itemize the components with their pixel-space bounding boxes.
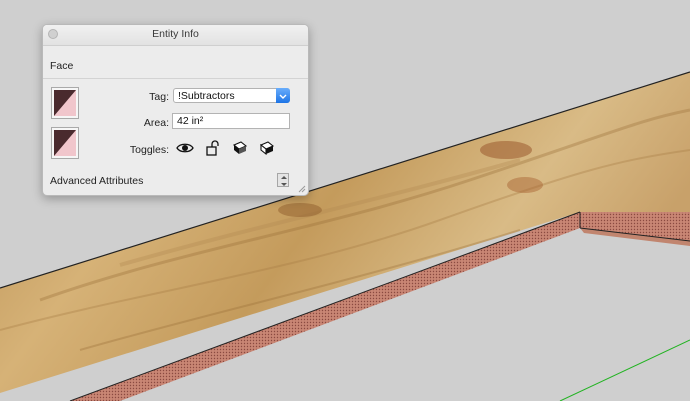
tag-label: Tag:: [149, 91, 169, 103]
front-material-swatch[interactable]: [51, 87, 79, 119]
receive-shadows-icon[interactable]: [258, 139, 276, 157]
divider: [43, 78, 308, 79]
eye-icon[interactable]: [176, 139, 194, 157]
window-title: Entity Info: [152, 28, 199, 40]
back-material-swatch[interactable]: [51, 127, 79, 159]
area-label: Area:: [143, 117, 169, 129]
wood-knot: [278, 203, 322, 217]
area-value: 42 in²: [177, 115, 204, 127]
area-field[interactable]: 42 in²: [172, 113, 290, 129]
toggles-label: Toggles:: [129, 144, 169, 156]
entity-info-panel: Entity Info Face Tag: !Subtractors Area:…: [42, 24, 309, 196]
entity-type-label: Face: [50, 60, 74, 72]
expand-icon[interactable]: [277, 173, 289, 187]
resize-grip-icon[interactable]: [296, 183, 306, 193]
chevron-updown-icon[interactable]: [276, 88, 290, 103]
lock-icon[interactable]: [204, 139, 222, 157]
title-bar[interactable]: Entity Info: [43, 25, 308, 46]
wood-knot: [507, 177, 543, 193]
advanced-attributes-label: Advanced Attributes: [50, 175, 144, 187]
tag-select-value: !Subtractors: [178, 90, 235, 102]
cast-shadows-icon[interactable]: [231, 139, 249, 157]
wood-knot: [480, 141, 532, 159]
tag-select[interactable]: !Subtractors: [173, 88, 290, 103]
